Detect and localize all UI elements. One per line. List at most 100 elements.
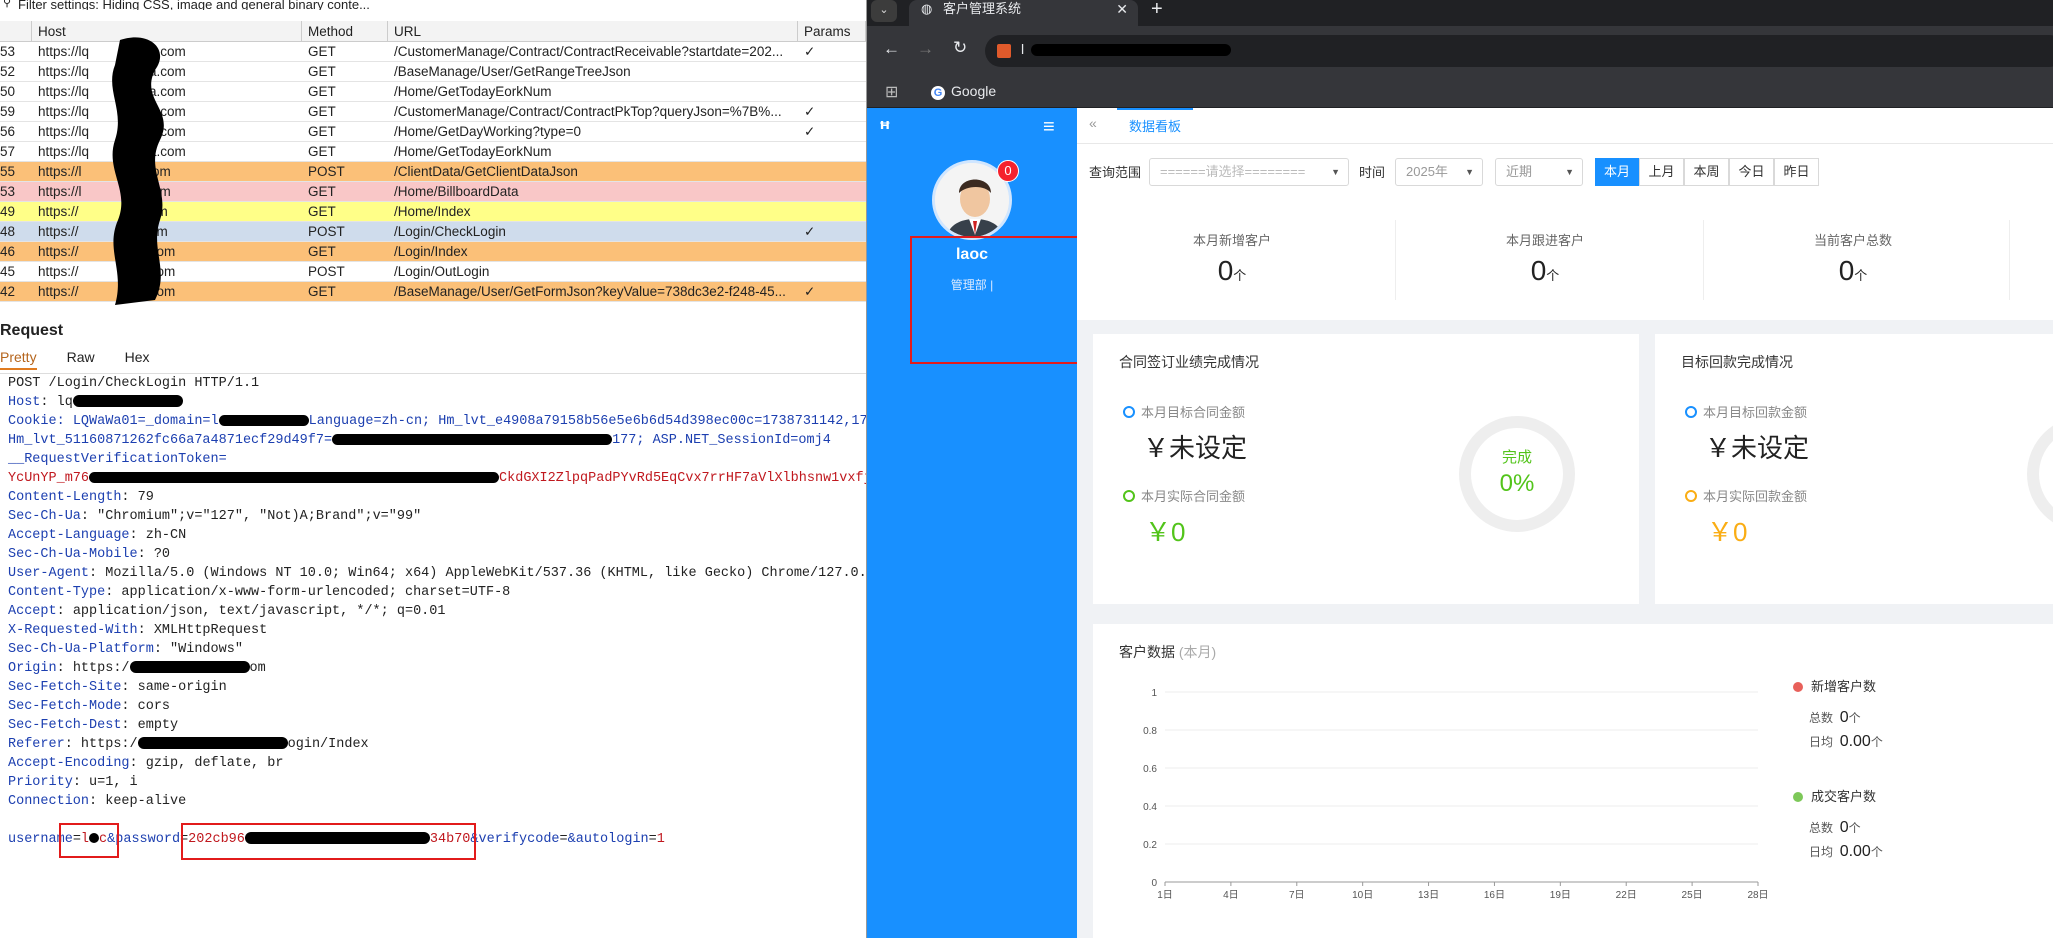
header-line: Accept-Language: zh-CN [8, 528, 187, 543]
btn-this-month[interactable]: 本月 [1595, 158, 1639, 186]
session-params: ✓ [804, 284, 816, 299]
y-tick-label: 0 [1151, 878, 1157, 889]
period-select[interactable]: 近期 ▼ [1495, 158, 1583, 186]
stat-new-customers: 本月新增客户 0个 [1077, 230, 1387, 287]
header-line: Sec-Ch-Ua: "Chromium";v="127", "Not)A;Br… [8, 509, 422, 524]
header-line: Accept-Encoding: gzip, deflate, br [8, 756, 284, 771]
tab-list-button[interactable]: ⌄ [871, 0, 897, 22]
google-icon: G [931, 86, 945, 100]
customer-data-title: 客户数据 (本月) [1119, 644, 1217, 660]
x-tick-label: 19日 [1550, 890, 1571, 901]
reload-icon[interactable]: ↻ [953, 38, 967, 58]
session-method: POST [308, 264, 345, 279]
tab-hex[interactable]: Hex [125, 349, 150, 370]
browser-window: ⌄ ◍ 客户管理系统 ✕ + ← → ↻ l ⊞ G Google ꟸ ≡ 0 … [866, 0, 2053, 938]
y-tick-label: 0.4 [1143, 802, 1157, 813]
session-url: /Home/GetTodayEorkNum [394, 84, 552, 99]
customer-data-card: 客户数据 (本月) 0 0.2 0.4 0.6 0.8 1 1日 4日 7日 10日 13日 16日 1… [1093, 624, 2053, 938]
redaction-scribble [112, 37, 164, 305]
btn-yesterday[interactable]: 昨日 [1774, 158, 1819, 186]
legend-dot [1793, 682, 1803, 692]
session-id: 53 [0, 184, 16, 199]
payment-actual-value: ￥0 [1707, 517, 1748, 547]
filter-status: ⚲ Filter settings: Hiding CSS, image and … [0, 0, 866, 10]
header-line: Connection: keep-alive [8, 794, 187, 809]
forward-icon[interactable]: → [917, 39, 934, 59]
chevron-down-icon: ▼ [1465, 167, 1474, 177]
session-method: GET [308, 64, 336, 79]
session-method: GET [308, 44, 336, 59]
x-tick-label: 16日 [1484, 890, 1505, 901]
google-bookmark[interactable]: G Google [931, 83, 996, 100]
new-tab-icon[interactable]: + [1151, 0, 1163, 21]
tab-bar: ⌄ ◍ 客户管理系统 ✕ + [867, 0, 2053, 26]
request-raw[interactable]: POST /Login/CheckLogin HTTP/1.1 Host: lq C… [0, 373, 866, 849]
btn-today[interactable]: 今日 [1729, 158, 1774, 186]
session-id: 59 [0, 104, 16, 119]
header-host: Host: lq [8, 393, 866, 412]
session-method: GET [308, 144, 336, 159]
breadcrumb[interactable]: 数据看板 [1117, 108, 1194, 144]
stat-label: 当前客户总数 [1813, 233, 1892, 248]
app-sidebar: ꟸ ≡ 0 laoc 管理部 | [867, 108, 1077, 938]
filter-text: Filter settings: Hiding CSS, image and g… [18, 0, 370, 10]
header-line: Priority: u=1, i [8, 775, 138, 790]
year-select[interactable]: 2025年 ▼ [1395, 158, 1483, 186]
session-method: GET [308, 204, 336, 219]
session-url: /ClientData/GetClientDataJson [394, 164, 578, 179]
session-method: GET [308, 84, 336, 99]
session-method: GET [308, 244, 336, 259]
btn-last-month[interactable]: 上月 [1639, 158, 1684, 186]
notification-badge[interactable]: 0 [997, 160, 1019, 182]
menu-toggle-icon[interactable]: ≡ [1043, 116, 1055, 139]
col-params[interactable]: Params [798, 21, 866, 41]
session-url: /Home/GetTodayEorkNum [394, 144, 552, 159]
close-icon[interactable]: ✕ [1116, 0, 1128, 18]
payment-progress-ring [2027, 416, 2053, 532]
session-id: 53 [0, 44, 16, 59]
x-tick-label: 28日 [1747, 890, 1768, 901]
y-tick-label: 0.8 [1143, 726, 1157, 737]
payment-target-value: ￥未设定 [1705, 433, 1810, 463]
stats-card: 本月新增客户 0个 本月跟进客户 0个 当前客户总数 0个 [1077, 200, 2053, 320]
col-method[interactable]: Method [302, 21, 388, 41]
x-tick-label: 10日 [1352, 890, 1373, 901]
x-tick-label: 25日 [1682, 890, 1703, 901]
stat-value: 0个 [1217, 255, 1247, 286]
session-url: /CustomerManage/Contract/ContractReceiva… [394, 44, 784, 59]
session-params [798, 142, 866, 161]
btn-this-week[interactable]: 本周 [1684, 158, 1729, 186]
session-id: 52 [0, 64, 16, 79]
header-line: Sec-Fetch-Dest: empty [8, 718, 179, 733]
y-tick-label: 0.2 [1143, 840, 1157, 851]
x-tick-label: 7日 [1289, 890, 1305, 901]
period-value: 近期 [1506, 164, 1533, 179]
payment-actual-label: 本月实际回款金额 [1685, 486, 1807, 505]
tab-raw[interactable]: Raw [67, 349, 95, 370]
x-tick-label: 13日 [1418, 890, 1439, 901]
chevron-down-icon: ▼ [1565, 167, 1574, 177]
y-tick-label: 0.6 [1143, 764, 1157, 775]
x-tick-label: 22日 [1616, 890, 1637, 901]
session-params: ✓ [804, 124, 816, 139]
session-id: 42 [0, 284, 16, 299]
address-bar[interactable]: l [985, 35, 2053, 67]
tab-active[interactable]: ◍ 客户管理系统 ✕ [909, 0, 1138, 26]
header-line: Sec-Ch-Ua-Platform: "Windows" [8, 642, 243, 657]
tab-pretty[interactable]: Pretty [0, 349, 37, 370]
back-icon[interactable]: ← [883, 39, 900, 59]
session-method: GET [308, 104, 336, 119]
col-url[interactable]: URL [388, 21, 798, 41]
header-line: Sec-Fetch-Site: same-origin [8, 680, 227, 695]
year-value: 2025年 [1406, 164, 1448, 179]
header-line: X-Requested-With: XMLHttpRequest [8, 623, 268, 638]
top-nav: « 数据看板 [1077, 108, 2053, 144]
session-url: /BaseManage/User/GetRangeTreeJson [394, 64, 631, 79]
collapse-icon[interactable]: « [1089, 115, 1097, 131]
range-select[interactable]: ======请选择======== ▼ [1149, 158, 1349, 186]
session-params: ✓ [804, 44, 816, 59]
time-label: 时间 [1359, 165, 1386, 180]
session-url: /BaseManage/User/GetFormJson?keyValue=73… [394, 284, 786, 299]
apps-icon[interactable]: ⊞ [885, 82, 898, 102]
x-tick-label: 4日 [1223, 890, 1239, 901]
